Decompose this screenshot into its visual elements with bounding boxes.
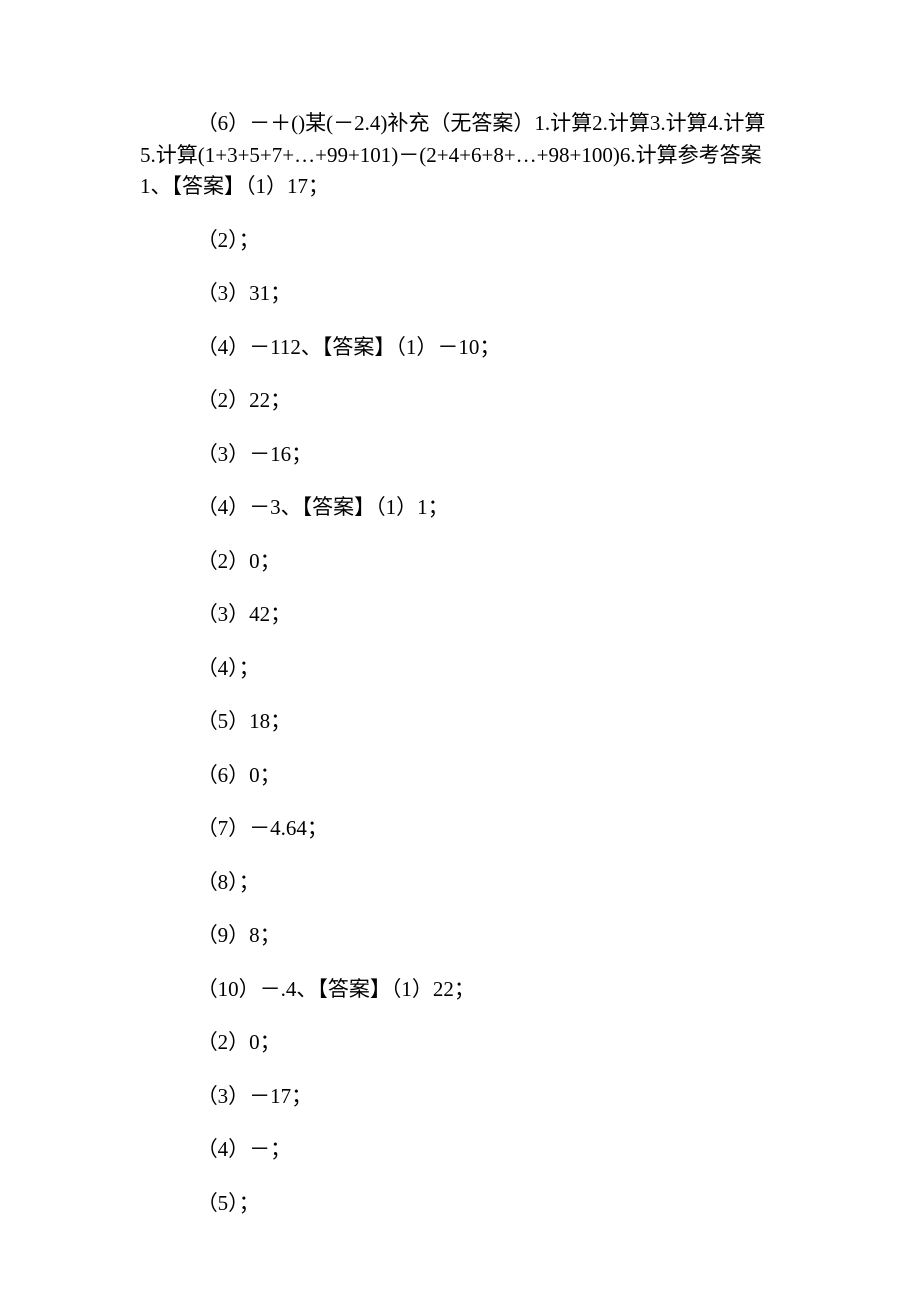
answer-line: （5）； <box>140 1188 780 1220</box>
answer-line: （4）－3、【答案】（1）1； <box>140 492 780 524</box>
answer-line: （3）31； <box>140 278 780 310</box>
answer-line: （4）－； <box>140 1134 780 1166</box>
answer-line: （4）－112、【答案】（1）－10； <box>140 332 780 364</box>
answer-line: （8）； <box>140 867 780 899</box>
answer-line: （2）； <box>140 225 780 257</box>
answer-line: （2）0； <box>140 1027 780 1059</box>
answer-line: （2）22； <box>140 385 780 417</box>
answer-line: （4）； <box>140 653 780 685</box>
document-page: （6）－＋()某(－2.4)补充（无答案）1.计算2.计算3.计算4.计算5.计… <box>0 0 920 1301</box>
answer-line: （3）－16； <box>140 439 780 471</box>
answer-line: （2）0； <box>140 546 780 578</box>
answer-line: （6）0； <box>140 760 780 792</box>
answer-line: （3）－17； <box>140 1081 780 1113</box>
answer-line: （5）18； <box>140 706 780 738</box>
answer-line: （10）－.4、【答案】（1）22； <box>140 974 780 1006</box>
answer-line: （9）8； <box>140 920 780 952</box>
answer-line: （3）42； <box>140 599 780 631</box>
answer-line: （7）－4.64； <box>140 813 780 845</box>
paragraph-first: （6）－＋()某(－2.4)补充（无答案）1.计算2.计算3.计算4.计算5.计… <box>140 108 780 203</box>
